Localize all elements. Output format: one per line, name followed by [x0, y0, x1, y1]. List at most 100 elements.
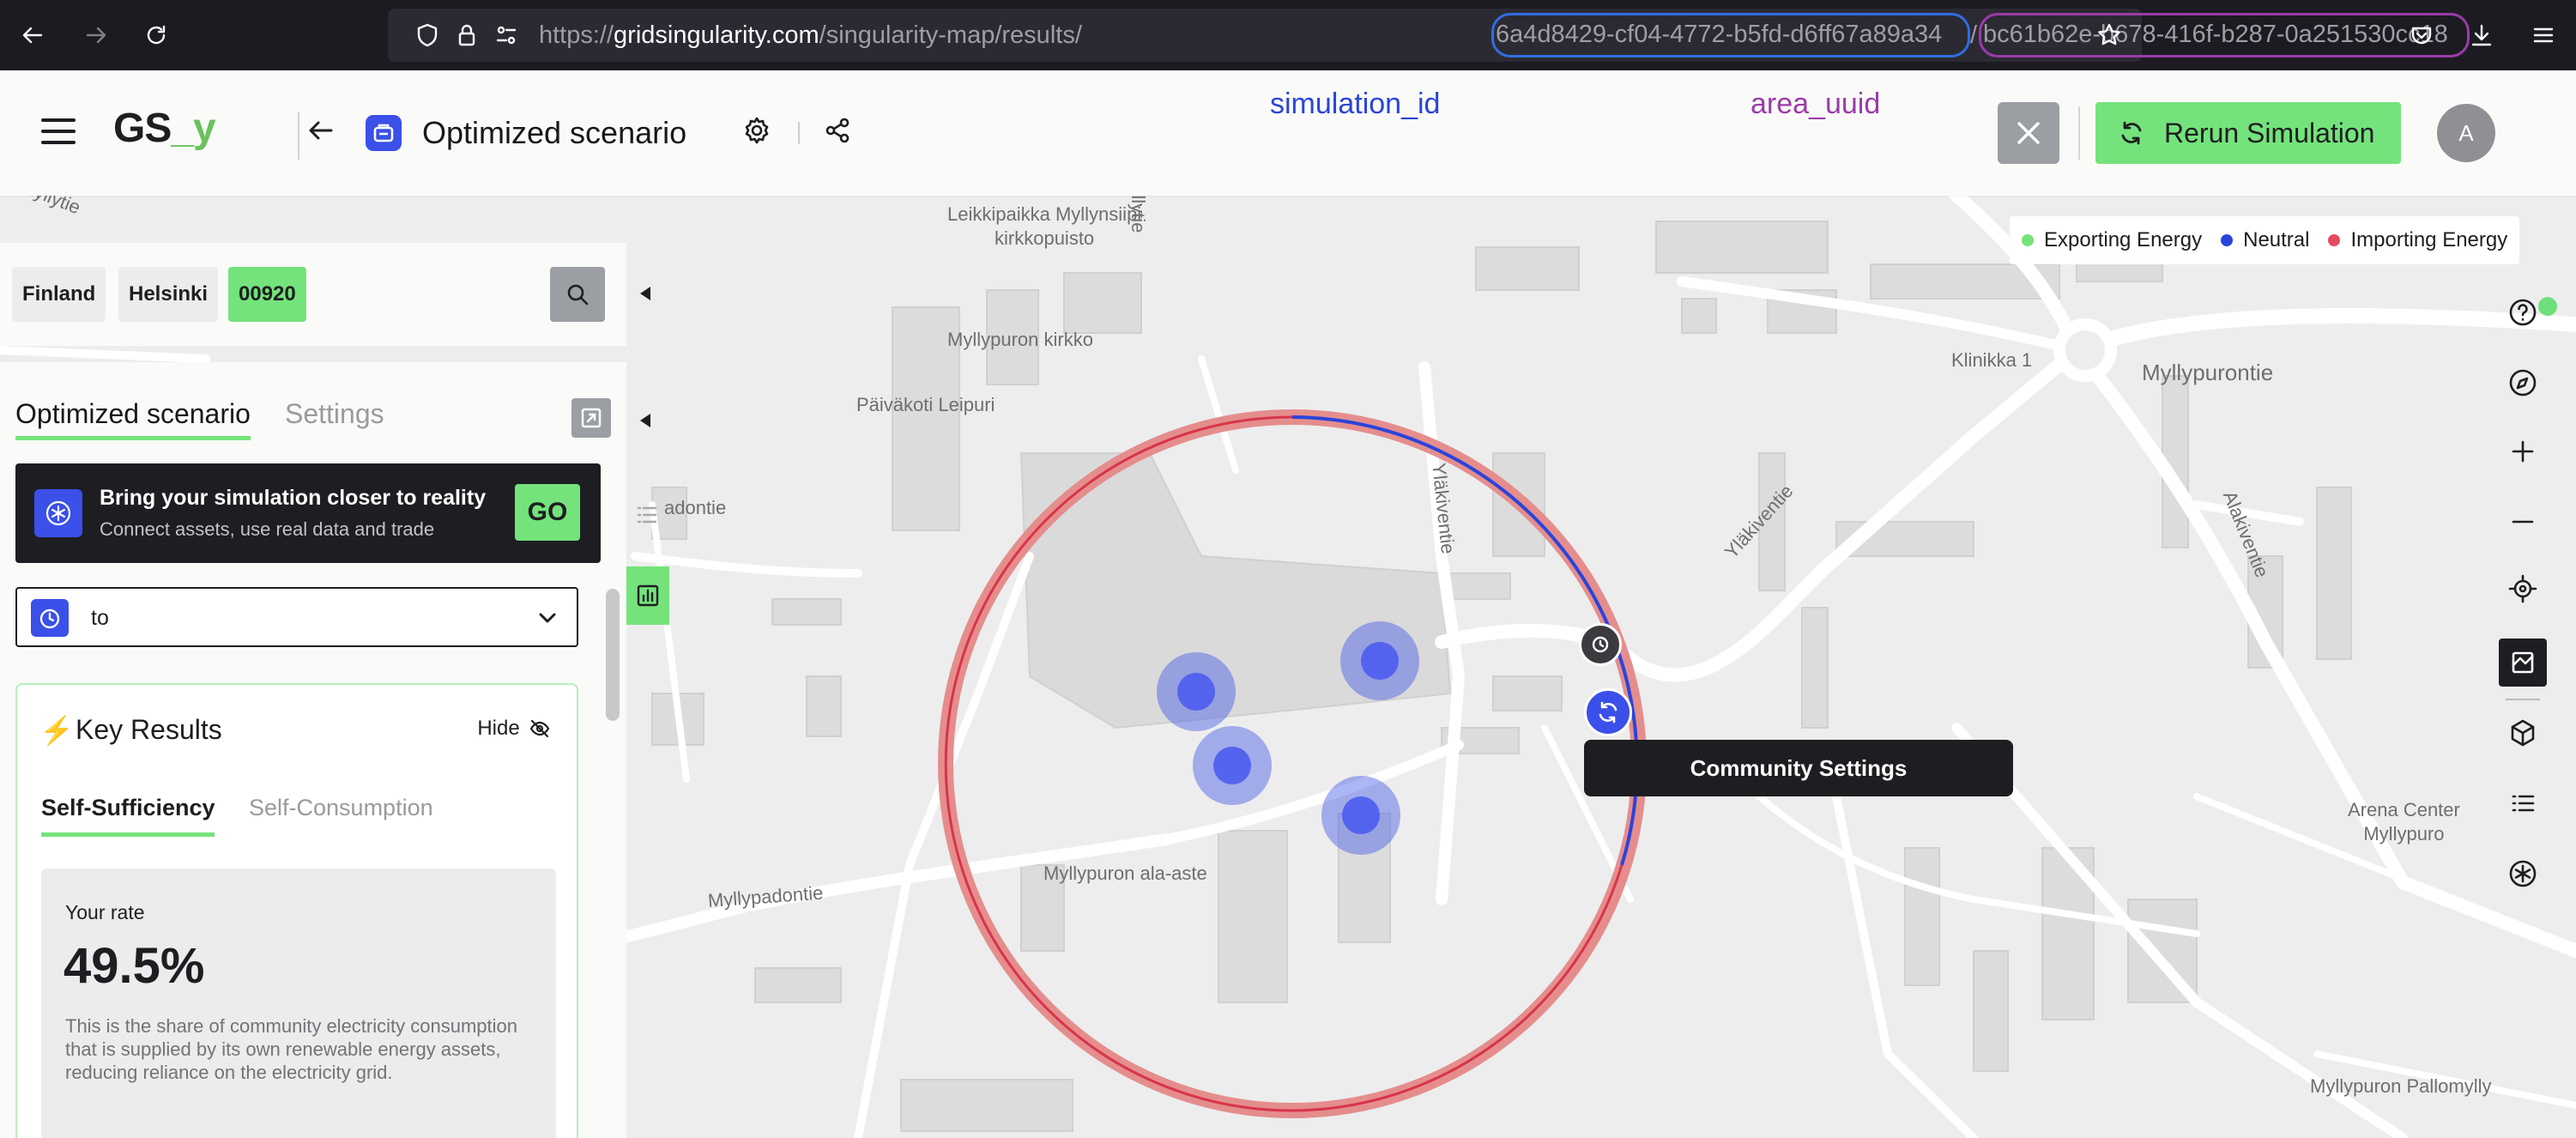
legend-item-exporting: Exporting Energy [2022, 228, 2202, 252]
help-icon[interactable] [2499, 288, 2547, 336]
tab-self-sufficiency[interactable]: Self-Sufficiency [41, 795, 215, 821]
address-bar[interactable]: https://gridsingularity.com/singularity-… [388, 9, 2470, 62]
community-node-icon[interactable] [1579, 623, 1622, 666]
collapse-location-icon[interactable] [640, 281, 657, 307]
expand-panel-button[interactable] [571, 398, 611, 438]
hamburger-menu-icon[interactable] [41, 118, 76, 146]
community-settings-tooltip: Community Settings [1584, 740, 2013, 796]
asterisk-icon [34, 489, 82, 537]
asset-marker[interactable] [1193, 726, 1272, 805]
shield-icon[interactable] [414, 21, 441, 49]
area-uuid-annotation: area_uuid [1751, 88, 1881, 120]
promo-subtitle: Connect assets, use real data and trade [100, 518, 435, 540]
bookmark-star-icon[interactable] [2095, 21, 2123, 49]
logo[interactable]: GS_y [113, 105, 216, 152]
tab-optimized-scenario[interactable]: Optimized scenario [15, 398, 251, 430]
rate-description: This is the share of community electrici… [65, 1015, 517, 1083]
sync-icon [1599, 701, 1618, 723]
lock-icon[interactable] [453, 21, 481, 49]
energy-legend: Exporting Energy Neutral Importing Energ… [2010, 216, 2520, 264]
legend-dot [2328, 234, 2341, 246]
zoom-out-icon[interactable] [2499, 498, 2547, 546]
timer-icon [31, 599, 69, 637]
panel-scrollbar[interactable] [606, 589, 620, 721]
scenario-selected-value: to [91, 606, 109, 630]
asset-marker[interactable] [1157, 652, 1236, 731]
menu-icon[interactable] [2523, 15, 2564, 56]
results-panel: Optimized scenario Settings Bring your s… [0, 362, 626, 1138]
browser-back-icon[interactable] [12, 15, 53, 56]
url-text: https://gridsingularity.com/singularity-… [539, 21, 1082, 49]
search-icon [567, 284, 589, 306]
list-icon[interactable] [2499, 779, 2547, 827]
chevron-down-icon [535, 606, 559, 630]
location-search-button[interactable] [550, 267, 605, 322]
legend-dot [2221, 234, 2234, 246]
eye-off-icon [529, 719, 549, 738]
header-divider [298, 112, 299, 160]
expand-icon [581, 408, 602, 428]
controls-separator [2506, 699, 2540, 700]
key-results-title: Key Results [76, 714, 222, 745]
tab-self-consumption[interactable]: Self-Consumption [249, 795, 433, 821]
promo-title: Bring your simulation closer to reality [100, 486, 487, 510]
key-results-card: ⚡ Key Results Hide Self-Sufficiency Self… [15, 683, 578, 1138]
close-button[interactable] [1998, 102, 2059, 164]
active-tab-underline [41, 832, 215, 837]
locate-icon[interactable] [2499, 565, 2547, 613]
site-permissions-icon[interactable] [493, 21, 520, 49]
collapse-panel-icon[interactable] [640, 409, 657, 434]
browser-reload-icon[interactable] [136, 15, 177, 56]
pocket-icon[interactable] [2401, 15, 2442, 56]
community-settings-button[interactable] [1584, 688, 1632, 736]
rate-value: 49.5% [63, 938, 205, 994]
page-title: Optimized scenario [422, 115, 687, 150]
legend-item-importing: Importing Energy [2328, 228, 2507, 252]
back-arrow-icon[interactable] [305, 115, 340, 149]
location-country-chip[interactable]: Finland [12, 267, 106, 322]
share-icon[interactable] [822, 115, 856, 149]
url-simulation-id: 6a4d8429-cf04-4772-b5fd-d6ff67a89a34 [1491, 13, 1970, 58]
settings-gear-icon[interactable] [741, 115, 776, 149]
results-chart-button[interactable] [626, 566, 669, 625]
avatar[interactable]: A [2437, 104, 2495, 162]
location-bar: Finland Helsinki 00920 [0, 243, 626, 346]
legend-item-neutral: Neutral [2221, 228, 2309, 252]
scenario-dropdown[interactable]: to [15, 587, 578, 647]
active-tab-underline [15, 436, 251, 440]
compass-icon[interactable] [2499, 359, 2547, 407]
promo-banner: Bring your simulation closer to reality … [15, 463, 601, 563]
project-icon [366, 115, 402, 151]
browser-forward-icon[interactable] [76, 15, 117, 56]
header-separator [798, 122, 800, 144]
downloads-icon[interactable] [2461, 15, 2502, 56]
refresh-icon [2121, 121, 2142, 145]
3d-cube-icon[interactable] [2499, 709, 2547, 757]
app-header: GS_y Optimized scenario simulation_id ar… [0, 70, 2576, 196]
go-button[interactable]: GO [515, 484, 580, 541]
close-icon [2017, 122, 2040, 144]
rate-label: Your rate [65, 901, 145, 923]
header-separator [2078, 106, 2080, 160]
url-area-uuid: bc61b62e-b678-416f-b287-0a251530cc18 [1979, 13, 2470, 58]
rerun-simulation-label: Rerun Simulation [2164, 117, 2375, 148]
asset-marker[interactable] [1321, 776, 1400, 855]
asset-marker[interactable] [1340, 621, 1419, 700]
panel-side-tools [626, 496, 669, 651]
simulation-id-annotation: simulation_id [1270, 88, 1441, 120]
legend-dot [2022, 234, 2034, 246]
rate-card: Your rate 49.5% This is the share of com… [41, 869, 556, 1138]
location-postal-chip[interactable]: 00920 [228, 267, 306, 322]
url-slash: / [1970, 21, 1978, 49]
lightning-icon: ⚡ [39, 715, 74, 746]
location-city-chip[interactable]: Helsinki [118, 267, 219, 322]
list-view-icon[interactable] [633, 501, 664, 532]
map-style-icon[interactable] [2499, 639, 2547, 687]
rerun-simulation-button[interactable]: Rerun Simulation [2095, 102, 2401, 164]
asset-snowflake-icon[interactable] [2499, 850, 2547, 898]
hide-results-button[interactable]: Hide [467, 707, 561, 750]
chart-icon [637, 584, 659, 607]
browser-toolbar: https://gridsingularity.com/singularity-… [0, 0, 2576, 70]
tab-settings[interactable]: Settings [285, 398, 384, 430]
zoom-in-icon[interactable] [2499, 427, 2547, 475]
